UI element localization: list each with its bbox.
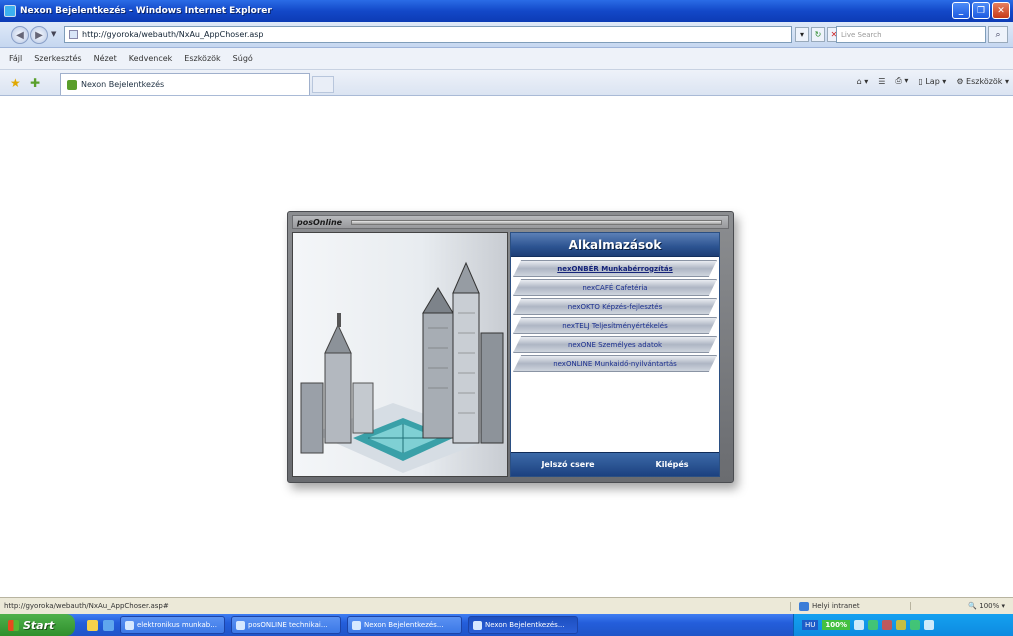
taskbar: Start elektronikus munkab... posONLINE t… [0,614,1013,636]
zone-label: Helyi intranet [812,602,860,610]
home-icon[interactable]: ⌂ ▾ [857,77,869,86]
tools-menu-label: Eszközök [966,76,1003,86]
window-title: Nexon Bejelentkezés - Windows Internet E… [20,6,272,16]
tray-alert-icon[interactable] [882,620,893,630]
app-title-bar: posOnline [292,215,729,229]
feeds-icon[interactable]: ☰ [878,77,885,86]
intranet-icon [799,601,809,611]
app-item-nexonber[interactable]: nexONBÉR Munkabérrogzítás [513,260,717,277]
taskbar-item-1[interactable]: elektronikus munkab... [120,616,225,634]
task-icon [236,620,245,630]
logout-button[interactable]: Kilépés [656,460,689,469]
tray-sync-icon[interactable] [910,620,921,630]
new-tab-button[interactable] [312,76,334,93]
task-label: Nexon Bejelentkezés... [485,621,565,629]
search-placeholder: Live Search [841,30,882,39]
page-icon [69,30,78,39]
language-indicator[interactable]: HU [802,620,819,630]
menu-edit[interactable]: Szerkesztés [34,54,81,63]
ie-icon [4,5,16,17]
add-favorite-icon[interactable]: ✚ [30,76,40,90]
print-icon[interactable]: ⎙ ▾ [895,76,908,86]
title-rail [351,219,722,225]
search-icon[interactable]: ⌕ [988,26,1008,43]
city-buildings-image [300,261,504,473]
app-item-nexonline[interactable]: nexONLINE Munkaidő-nyilvántartás [513,355,717,372]
applications-list: nexONBÉR Munkabérrogzítás nexCAFÉ Cafeté… [511,257,719,372]
zoom-level[interactable]: 🔍 100% ▾ [910,602,1013,610]
app-item-nexokto[interactable]: nexOKTO Képzés-fejlesztés [513,298,717,315]
address-input[interactable]: http://gyoroka/webauth/NxAu_AppChoser.as… [64,26,792,43]
quick-launch-ie-icon[interactable] [103,619,114,631]
tools-menu[interactable]: ⚙ Eszközök ▾ [956,77,1009,86]
taskbar-item-2[interactable]: posONLINE technikai... [231,616,341,634]
taskbar-item-4[interactable]: Nexon Bejelentkezés... [468,616,578,634]
app-item-nexcafe[interactable]: nexCAFÉ Cafetéria [513,279,717,296]
tray-network-icon[interactable] [854,620,865,630]
menu-view[interactable]: Nézet [94,54,117,63]
task-label: Nexon Bejelentkezés... [364,621,444,629]
command-bar: ⌂ ▾ ☰ ⎙ ▾ ▯ Lap ▾ ⚙ Eszközök ▾ [857,76,1009,86]
zoom-value: 100% [979,602,1000,610]
password-change-button[interactable]: Jelszó csere [541,460,594,469]
start-button[interactable]: Start [0,614,75,636]
tray-app-icon[interactable] [896,620,907,630]
city-illustration [292,232,508,477]
back-icon[interactable]: ◀ [11,26,29,44]
close-button[interactable]: ✕ [992,2,1010,19]
menu-help[interactable]: Súgó [233,54,253,63]
menu-bar: Fájl Szerkesztés Nézet Kedvencek Eszközö… [0,48,1013,70]
task-icon [352,620,361,630]
task-icon [125,620,134,630]
app-item-nexone[interactable]: nexONE Személyes adatok [513,336,717,353]
app-item-nextelj[interactable]: nexTELJ Teljesítményértékelés [513,317,717,334]
quick-launch-folder-icon[interactable] [87,619,98,631]
refresh-icon[interactable]: ↻ [811,27,825,42]
page-menu-label: Lap [925,76,940,86]
app-chooser-window: posOnline Alkalmazások nexONBÉR Munkabér… [287,211,734,483]
applications-panel: Alkalmazások nexONBÉR Munkabérrogzítás n… [510,232,720,477]
task-label: elektronikus munkab... [137,621,217,629]
windows-logo-icon [8,619,19,631]
minimize-button[interactable]: _ [952,2,970,19]
status-text: http://gyoroka/webauth/NxAu_AppChoser.as… [4,602,169,610]
taskbar-item-3[interactable]: Nexon Bejelentkezés... [347,616,462,634]
start-label: Start [23,618,55,632]
tray-volume-icon[interactable] [924,620,935,630]
address-dropdown-icon[interactable]: ▾ [795,27,809,42]
window-controls: _ ❐ ✕ [952,2,1010,19]
menu-file[interactable]: Fájl [9,54,22,63]
battery-indicator[interactable]: 100% [822,620,851,630]
security-zone: Helyi intranet [790,601,910,611]
tab-page-icon [67,79,77,90]
menu-favorites[interactable]: Kedvencek [129,54,173,63]
favorites-star-icon[interactable]: ★ [10,76,21,90]
forward-icon[interactable]: ▶ [30,26,48,44]
app-footer: Jelszó csere Kilépés [511,452,719,476]
brand-logo: posOnline [297,217,343,227]
page-menu[interactable]: ▯ Lap ▾ [918,77,946,86]
tab-bar: ★ ✚ Nexon Bejelentkezés ⌂ ▾ ☰ ⎙ ▾ ▯ Lap … [0,70,1013,96]
system-tray: HU 100% [793,614,1013,636]
tab-nexon[interactable]: Nexon Bejelentkezés [60,73,310,95]
address-value: http://gyoroka/webauth/NxAu_AppChoser.as… [82,30,264,39]
tray-security-icon[interactable] [868,620,879,630]
tab-title: Nexon Bejelentkezés [81,80,165,89]
address-toolbar: ◀ ▶ ▼ http://gyoroka/webauth/NxAu_AppCho… [0,22,1013,48]
menu-tools[interactable]: Eszközök [184,54,220,63]
task-icon [473,620,482,630]
history-dropdown-icon[interactable]: ▼ [51,30,56,38]
window-title-bar: Nexon Bejelentkezés - Windows Internet E… [0,0,1013,22]
quick-launch [87,619,114,631]
search-input[interactable]: Live Search [836,26,986,43]
status-bar: http://gyoroka/webauth/NxAu_AppChoser.as… [0,597,1013,614]
applications-title: Alkalmazások [511,233,719,257]
task-label: posONLINE technikai... [248,621,328,629]
maximize-button[interactable]: ❐ [972,2,990,19]
